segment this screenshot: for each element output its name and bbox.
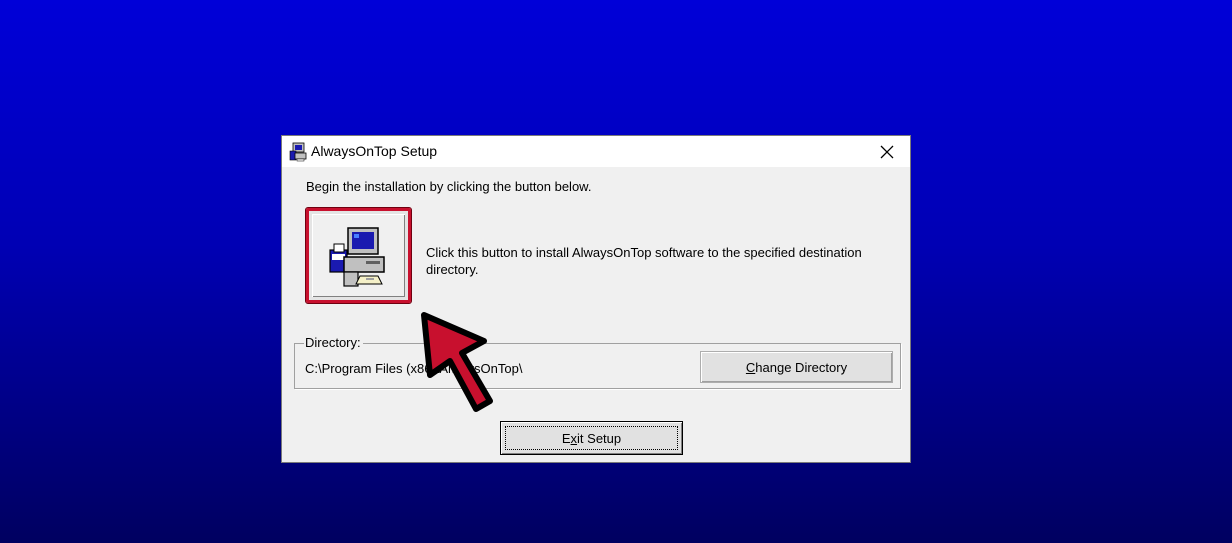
install-description: Click this button to install AlwaysOnTop… bbox=[426, 245, 862, 277]
close-button[interactable] bbox=[864, 136, 910, 167]
change-directory-mnemonic: C bbox=[745, 359, 756, 375]
intro-text: Begin the installation by clicking the b… bbox=[306, 179, 592, 194]
arrow-pointer-icon bbox=[421, 312, 493, 412]
window-title: AlwaysOnTop Setup bbox=[311, 143, 438, 159]
focus-rectangle bbox=[505, 426, 678, 450]
setup-computer-icon bbox=[289, 142, 307, 162]
exit-setup-button[interactable]: Ex it Setup bbox=[500, 421, 683, 455]
install-button[interactable] bbox=[305, 207, 412, 304]
setup-dialog: AlwaysOnTop Setup Begin the installation… bbox=[282, 136, 910, 462]
setup-computer-icon bbox=[329, 227, 385, 287]
change-directory-button[interactable]: Change Directory bbox=[700, 351, 893, 383]
directory-label: Directory: bbox=[304, 335, 363, 350]
title-bar[interactable]: AlwaysOnTop Setup bbox=[282, 136, 910, 167]
dialog-content: Begin the installation by clicking the b… bbox=[282, 167, 910, 462]
change-directory-label: hange Directory bbox=[755, 359, 848, 375]
close-icon bbox=[880, 145, 894, 158]
